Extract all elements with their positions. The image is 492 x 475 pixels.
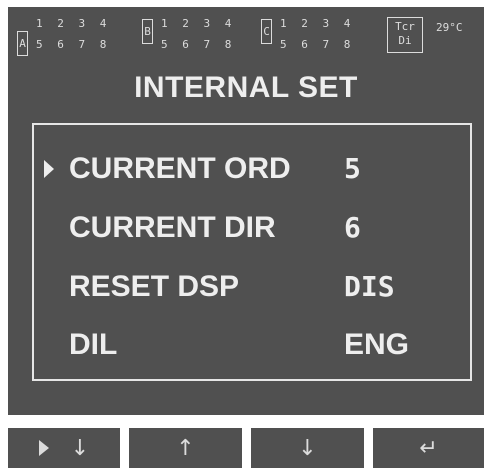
- menu-item-dil[interactable]: DIL ENG: [34, 323, 474, 367]
- selection-cursor-icon: [44, 160, 54, 178]
- softkey-down[interactable]: ↓: [251, 428, 364, 468]
- group-a-top-digits: 1 2 3 4: [36, 17, 111, 30]
- di-label: Di: [398, 34, 412, 47]
- menu-item-value: DIS: [344, 270, 395, 303]
- arrow-down-icon: ↓: [298, 435, 317, 461]
- menu-item-value: 6: [344, 211, 361, 244]
- softkey-next-down[interactable]: ↓: [8, 428, 120, 468]
- group-c-top-digits: 1 2 3 4: [280, 17, 355, 30]
- lcd-display: A 1 2 3 4 5 6 7 8 B 1 2 3 4 5 6 7 8 C 1 …: [8, 7, 484, 415]
- menu-item-value: ENG: [344, 328, 410, 361]
- menu-item-label: RESET DSP: [69, 270, 240, 303]
- tcr-indicator: Tcr Di: [387, 17, 423, 53]
- menu-item-current-dir[interactable]: CURRENT DIR 6: [34, 206, 474, 250]
- group-c-bottom-digits: 5 6 7 8: [280, 38, 355, 51]
- menu-item-label: CURRENT DIR: [69, 211, 276, 244]
- group-a-bottom-digits: 5 6 7 8: [36, 38, 111, 51]
- menu-item-reset-dsp[interactable]: RESET DSP DIS: [34, 265, 474, 309]
- settings-menu: CURRENT ORD 5 CURRENT DIR 6 RESET DSP DI…: [32, 123, 472, 381]
- device-screen: A 1 2 3 4 5 6 7 8 B 1 2 3 4 5 6 7 8 C 1 …: [0, 0, 492, 475]
- group-b-badge: B: [142, 19, 153, 44]
- softkey-enter[interactable]: ↵: [373, 428, 484, 468]
- menu-item-value: 5: [344, 152, 361, 185]
- softkey-bar: ↓ ↑ ↓ ↵: [8, 428, 484, 468]
- menu-item-label: DIL: [69, 328, 118, 361]
- group-b-top-digits: 1 2 3 4: [161, 17, 236, 30]
- arrow-up-icon: ↑: [176, 435, 195, 461]
- play-icon: [38, 440, 49, 456]
- enter-icon: ↵: [419, 435, 438, 461]
- group-b-bottom-digits: 5 6 7 8: [161, 38, 236, 51]
- temperature-readout: 29°C: [436, 21, 463, 34]
- tcr-label: Tcr: [395, 20, 415, 33]
- status-bar: A 1 2 3 4 5 6 7 8 B 1 2 3 4 5 6 7 8 C 1 …: [8, 7, 484, 67]
- group-a-badge: A: [17, 31, 28, 56]
- page-title: INTERNAL SET: [134, 71, 358, 104]
- arrow-down-icon: ↓: [70, 435, 90, 461]
- group-c-badge: C: [261, 19, 272, 44]
- softkey-up[interactable]: ↑: [129, 428, 242, 468]
- menu-item-label: CURRENT ORD: [69, 152, 291, 185]
- menu-item-current-ord[interactable]: CURRENT ORD 5: [34, 147, 474, 191]
